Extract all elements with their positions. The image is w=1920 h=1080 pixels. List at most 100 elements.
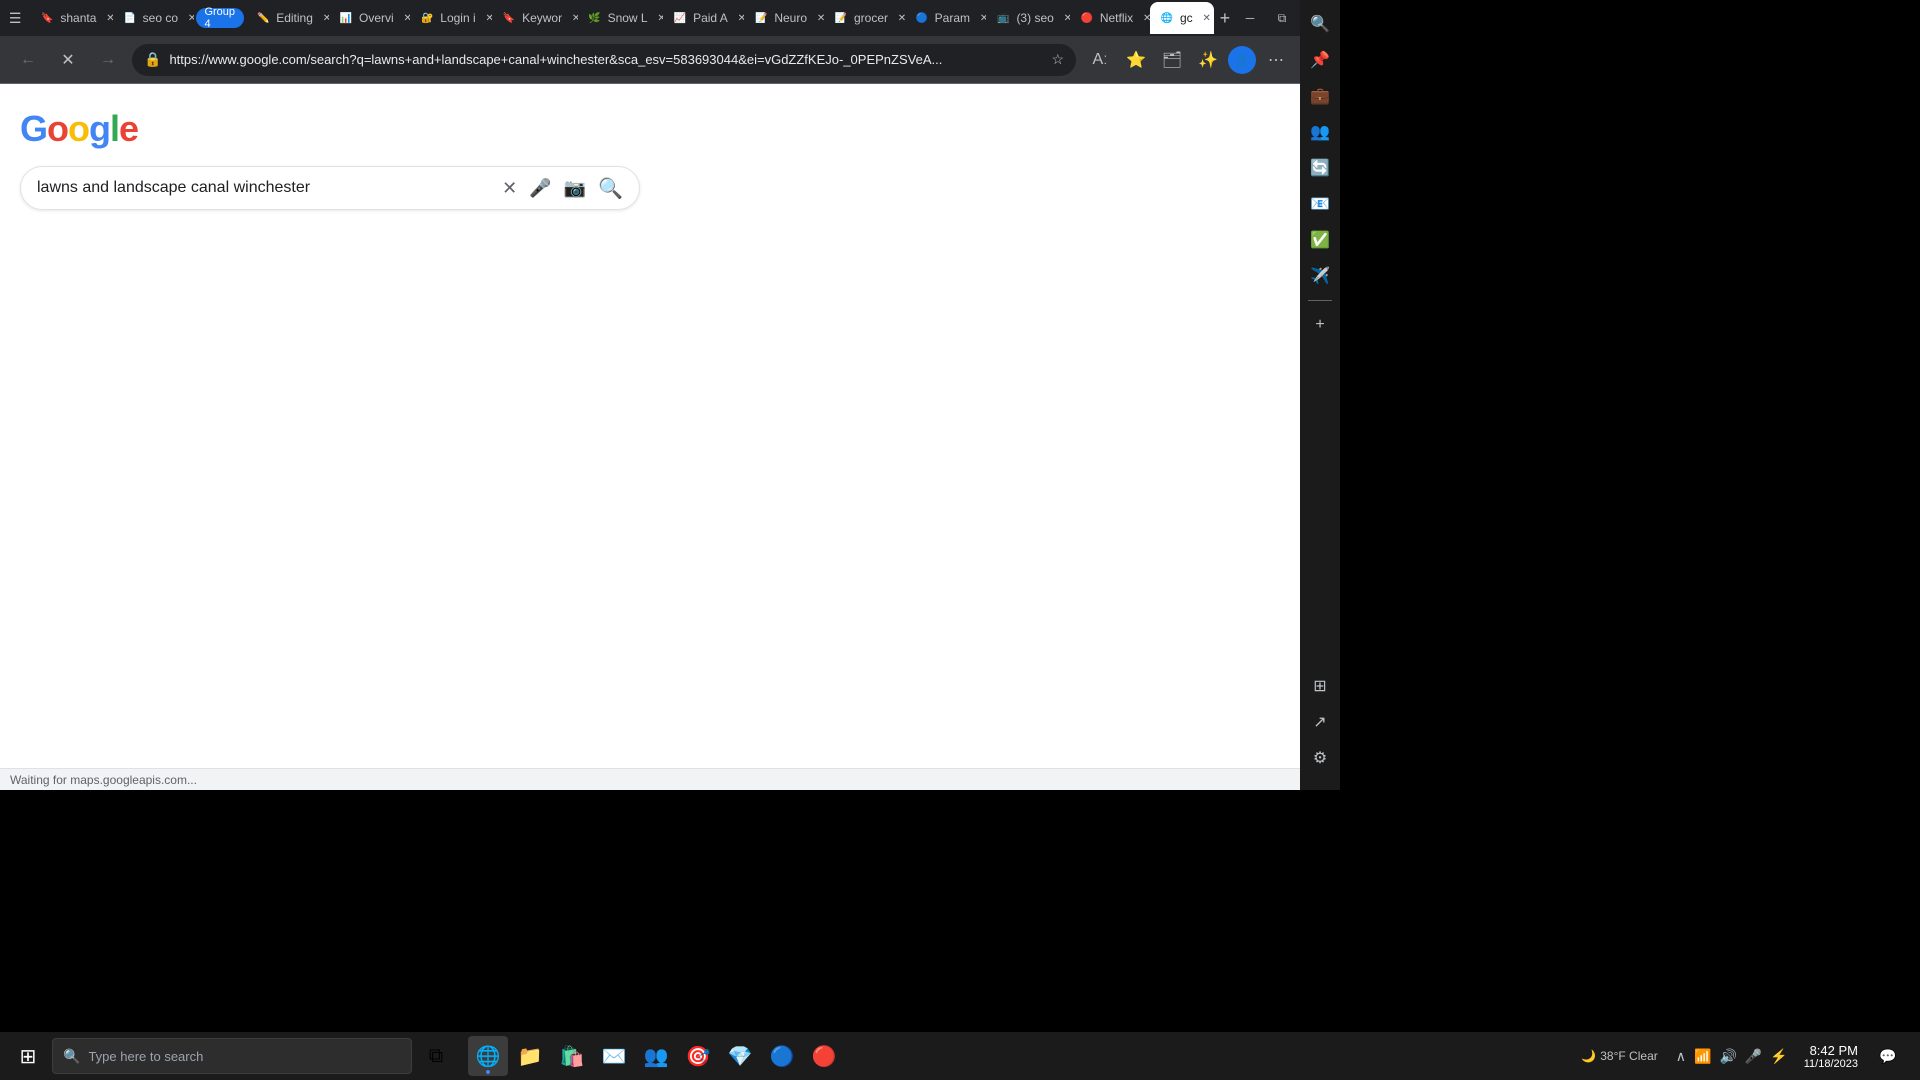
- tab-snow[interactable]: 🌿 Snow L ✕: [578, 2, 664, 34]
- speaker-icon[interactable]: 🔊: [1717, 1046, 1738, 1067]
- grocer-favicon: 📝: [834, 11, 848, 25]
- status-text: Waiting for maps.googleapis.com...: [10, 773, 197, 787]
- tab-3seo[interactable]: 📺 (3) seo ✕: [986, 2, 1069, 34]
- search-submit-button[interactable]: 🔍: [598, 176, 623, 201]
- sidebar-people-icon[interactable]: 👥: [1304, 116, 1336, 148]
- sidebar-pin-icon[interactable]: 📌: [1304, 44, 1336, 76]
- tab-seo-close[interactable]: ✕: [184, 10, 194, 26]
- tab-group4-label[interactable]: Group 4: [196, 8, 244, 28]
- tab-neuro[interactable]: 📝 Neuro ✕: [744, 2, 824, 34]
- taskbar-app7[interactable]: 🎯: [678, 1036, 718, 1076]
- tab-seo[interactable]: 📄 seo co ✕: [113, 2, 195, 34]
- tab-login-close[interactable]: ✕: [482, 10, 492, 26]
- file-explorer-icon: 📁: [518, 1044, 543, 1069]
- weather-widget[interactable]: 🌙 38°F Clear: [1573, 1047, 1665, 1065]
- clock-time: 8:42 PM: [1810, 1043, 1858, 1058]
- tab-param[interactable]: 🔵 Param ✕: [905, 2, 987, 34]
- maximize-button[interactable]: ⧉: [1268, 4, 1296, 32]
- stop-loading-button[interactable]: ✕: [52, 44, 84, 76]
- address-bar[interactable]: 🔒 https://www.google.com/search?q=lawns+…: [132, 44, 1076, 76]
- browser-menu-button[interactable]: ☰: [4, 4, 26, 32]
- tab-editing[interactable]: ✏️ Editing ✕: [246, 2, 329, 34]
- tab-grocer[interactable]: 📝 grocer ✕: [824, 2, 905, 34]
- search-bar[interactable]: lawns and landscape canal winchester ✕ 🎤…: [20, 166, 640, 210]
- taskbar-search-bar[interactable]: 🔍 Type here to search: [52, 1038, 412, 1074]
- sidebar-tasks-icon[interactable]: ✅: [1304, 224, 1336, 256]
- sidebar-share-icon[interactable]: ↗: [1304, 706, 1336, 738]
- lock-icon: 🔒: [144, 51, 161, 68]
- browser-window: ☰ 🔖 shanta ✕ 📄 seo co ✕ Group 4 ✏️ Editi…: [0, 0, 1340, 790]
- tab-snow-label: Snow L: [608, 11, 648, 25]
- taskbar-file-explorer[interactable]: 📁: [510, 1036, 550, 1076]
- tab-editing-close[interactable]: ✕: [319, 10, 329, 26]
- sidebar-send-icon[interactable]: ✈️: [1304, 260, 1336, 292]
- sidebar-search-icon[interactable]: 🔍: [1304, 8, 1336, 40]
- tab-gc[interactable]: 🌐 gc ✕: [1150, 2, 1214, 34]
- tab-keyword[interactable]: 🔖 Keywor ✕: [492, 2, 578, 34]
- sidebar-briefcase-icon[interactable]: 💼: [1304, 80, 1336, 112]
- tab-paida[interactable]: 📈 Paid A ✕: [663, 2, 744, 34]
- copilot-button[interactable]: ✨: [1192, 44, 1224, 76]
- tab-overview-close[interactable]: ✕: [400, 10, 411, 26]
- sidebar-settings-icon[interactable]: ⚙: [1304, 742, 1336, 774]
- tab-gc-close[interactable]: ✕: [1199, 10, 1214, 26]
- microphone-icon[interactable]: 🎤: [1743, 1046, 1764, 1067]
- start-button[interactable]: ⊞: [8, 1036, 48, 1076]
- back-button[interactable]: ←: [12, 44, 44, 76]
- tab-shanta-label: shanta: [60, 11, 96, 25]
- network-icon[interactable]: 📶: [1692, 1046, 1713, 1067]
- weather-icon: 🌙: [1581, 1049, 1596, 1063]
- tab-shanta-close[interactable]: ✕: [102, 10, 112, 26]
- toolbar-icons: Aː ⭐ 🗂 ✨ 👤 ⋯ 🔵: [1084, 44, 1328, 76]
- clock-date: 11/18/2023: [1804, 1058, 1858, 1070]
- tab-neuro-close[interactable]: ✕: [813, 10, 824, 26]
- teams-icon: 👥: [644, 1044, 669, 1069]
- favorites-button[interactable]: ⭐: [1120, 44, 1152, 76]
- reading-mode-button[interactable]: Aː: [1084, 44, 1116, 76]
- tab-overview[interactable]: 📊 Overvi ✕: [329, 2, 410, 34]
- sidebar-outlook-icon[interactable]: 📧: [1304, 188, 1336, 220]
- tab-snow-close[interactable]: ✕: [654, 10, 663, 26]
- app7-icon: 🎯: [686, 1044, 711, 1069]
- clock[interactable]: 8:42 PM 11/18/2023: [1798, 1041, 1864, 1072]
- tab-netflix-label: Netflix: [1100, 11, 1133, 25]
- taskbar-teams[interactable]: 👥: [636, 1036, 676, 1076]
- sidebar-refresh-icon[interactable]: 🔄: [1304, 152, 1336, 184]
- tab-param-label: Param: [935, 11, 970, 25]
- star-icon[interactable]: ☆: [1051, 51, 1064, 68]
- taskbar-mail[interactable]: ✉️: [594, 1036, 634, 1076]
- param-favicon: 🔵: [915, 11, 929, 25]
- taskbar-edge[interactable]: 🌐: [468, 1036, 508, 1076]
- minimize-button[interactable]: ─: [1236, 4, 1264, 32]
- sidebar-split-icon[interactable]: ⊞: [1304, 670, 1336, 702]
- collections-button[interactable]: 🗂: [1156, 44, 1188, 76]
- tab-3seo-close[interactable]: ✕: [1060, 10, 1070, 26]
- profile-button[interactable]: 👤: [1228, 46, 1256, 74]
- tab-netflix[interactable]: 🔴 Netflix ✕: [1070, 2, 1150, 34]
- tab-paida-close[interactable]: ✕: [734, 10, 745, 26]
- show-hidden-icons[interactable]: ∧: [1674, 1046, 1688, 1067]
- taskbar-app9[interactable]: 🔵: [762, 1036, 802, 1076]
- store-icon: 🛍️: [560, 1044, 585, 1069]
- more-button[interactable]: ⋯: [1260, 44, 1292, 76]
- forward-button[interactable]: →: [92, 44, 124, 76]
- image-search-button[interactable]: 📷: [564, 178, 586, 199]
- clear-search-button[interactable]: ✕: [502, 178, 517, 199]
- paida-favicon: 📈: [673, 11, 687, 25]
- battery-icon[interactable]: ⚡: [1768, 1046, 1789, 1067]
- task-view-button[interactable]: ⧉: [416, 1036, 456, 1076]
- voice-search-button[interactable]: 🎤: [529, 178, 551, 199]
- tab-param-close[interactable]: ✕: [976, 10, 986, 26]
- sidebar-add-icon[interactable]: +: [1304, 309, 1336, 341]
- tab-login[interactable]: 🔐 Login i ✕: [410, 2, 492, 34]
- tab-keyword-close[interactable]: ✕: [568, 10, 577, 26]
- taskbar-store[interactable]: 🛍️: [552, 1036, 592, 1076]
- new-tab-button[interactable]: +: [1214, 4, 1236, 32]
- gc-favicon: 🌐: [1160, 11, 1174, 25]
- tab-grocer-close[interactable]: ✕: [894, 10, 905, 26]
- notification-button[interactable]: 💬: [1872, 1040, 1904, 1072]
- taskbar-app8[interactable]: 💎: [720, 1036, 760, 1076]
- tab-netflix-close[interactable]: ✕: [1139, 10, 1150, 26]
- tab-shanta[interactable]: 🔖 shanta ✕: [30, 2, 112, 34]
- taskbar-app10[interactable]: 🔴: [804, 1036, 844, 1076]
